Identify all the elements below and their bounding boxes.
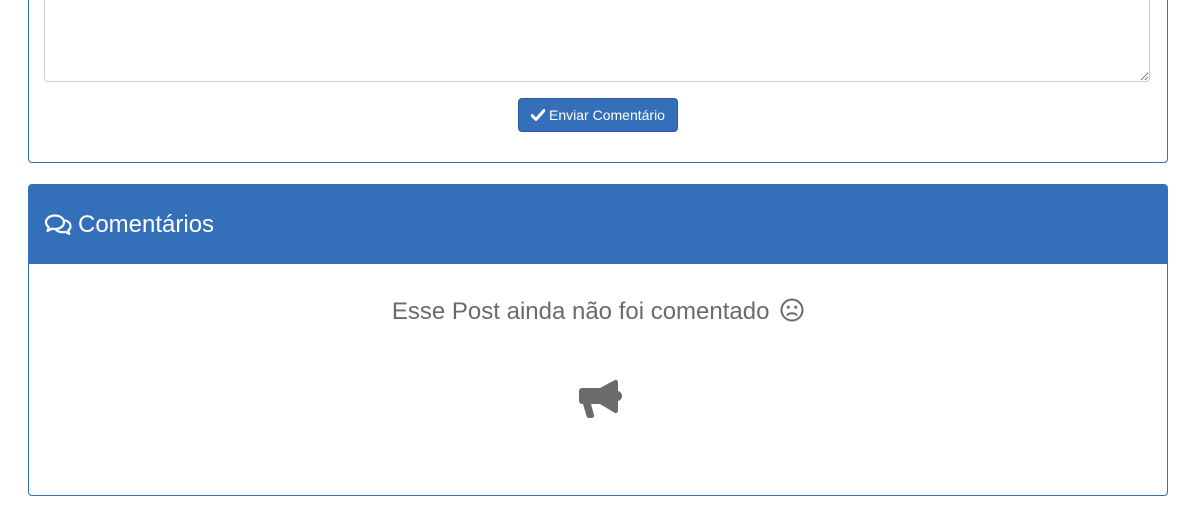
check-icon	[531, 109, 546, 121]
send-comment-button[interactable]: Enviar Comentário	[518, 98, 678, 132]
megaphone-icon	[579, 379, 622, 418]
empty-comments-text: Esse Post ainda não foi comentado	[391, 298, 770, 325]
frown-icon	[780, 298, 804, 322]
comments-icon	[44, 213, 72, 235]
empty-comments-message: Esse Post ainda não foi comentado	[29, 297, 1167, 327]
comment-textarea[interactable]	[44, 0, 1150, 82]
comments-panel: Comentários Esse Post ainda não foi come…	[28, 184, 1168, 496]
comments-panel-heading: Comentários	[29, 185, 1167, 264]
send-comment-label: Enviar Comentário	[549, 107, 665, 123]
comments-panel-title: Comentários	[78, 210, 215, 238]
comment-form-panel: Enviar Comentário	[28, 0, 1168, 163]
